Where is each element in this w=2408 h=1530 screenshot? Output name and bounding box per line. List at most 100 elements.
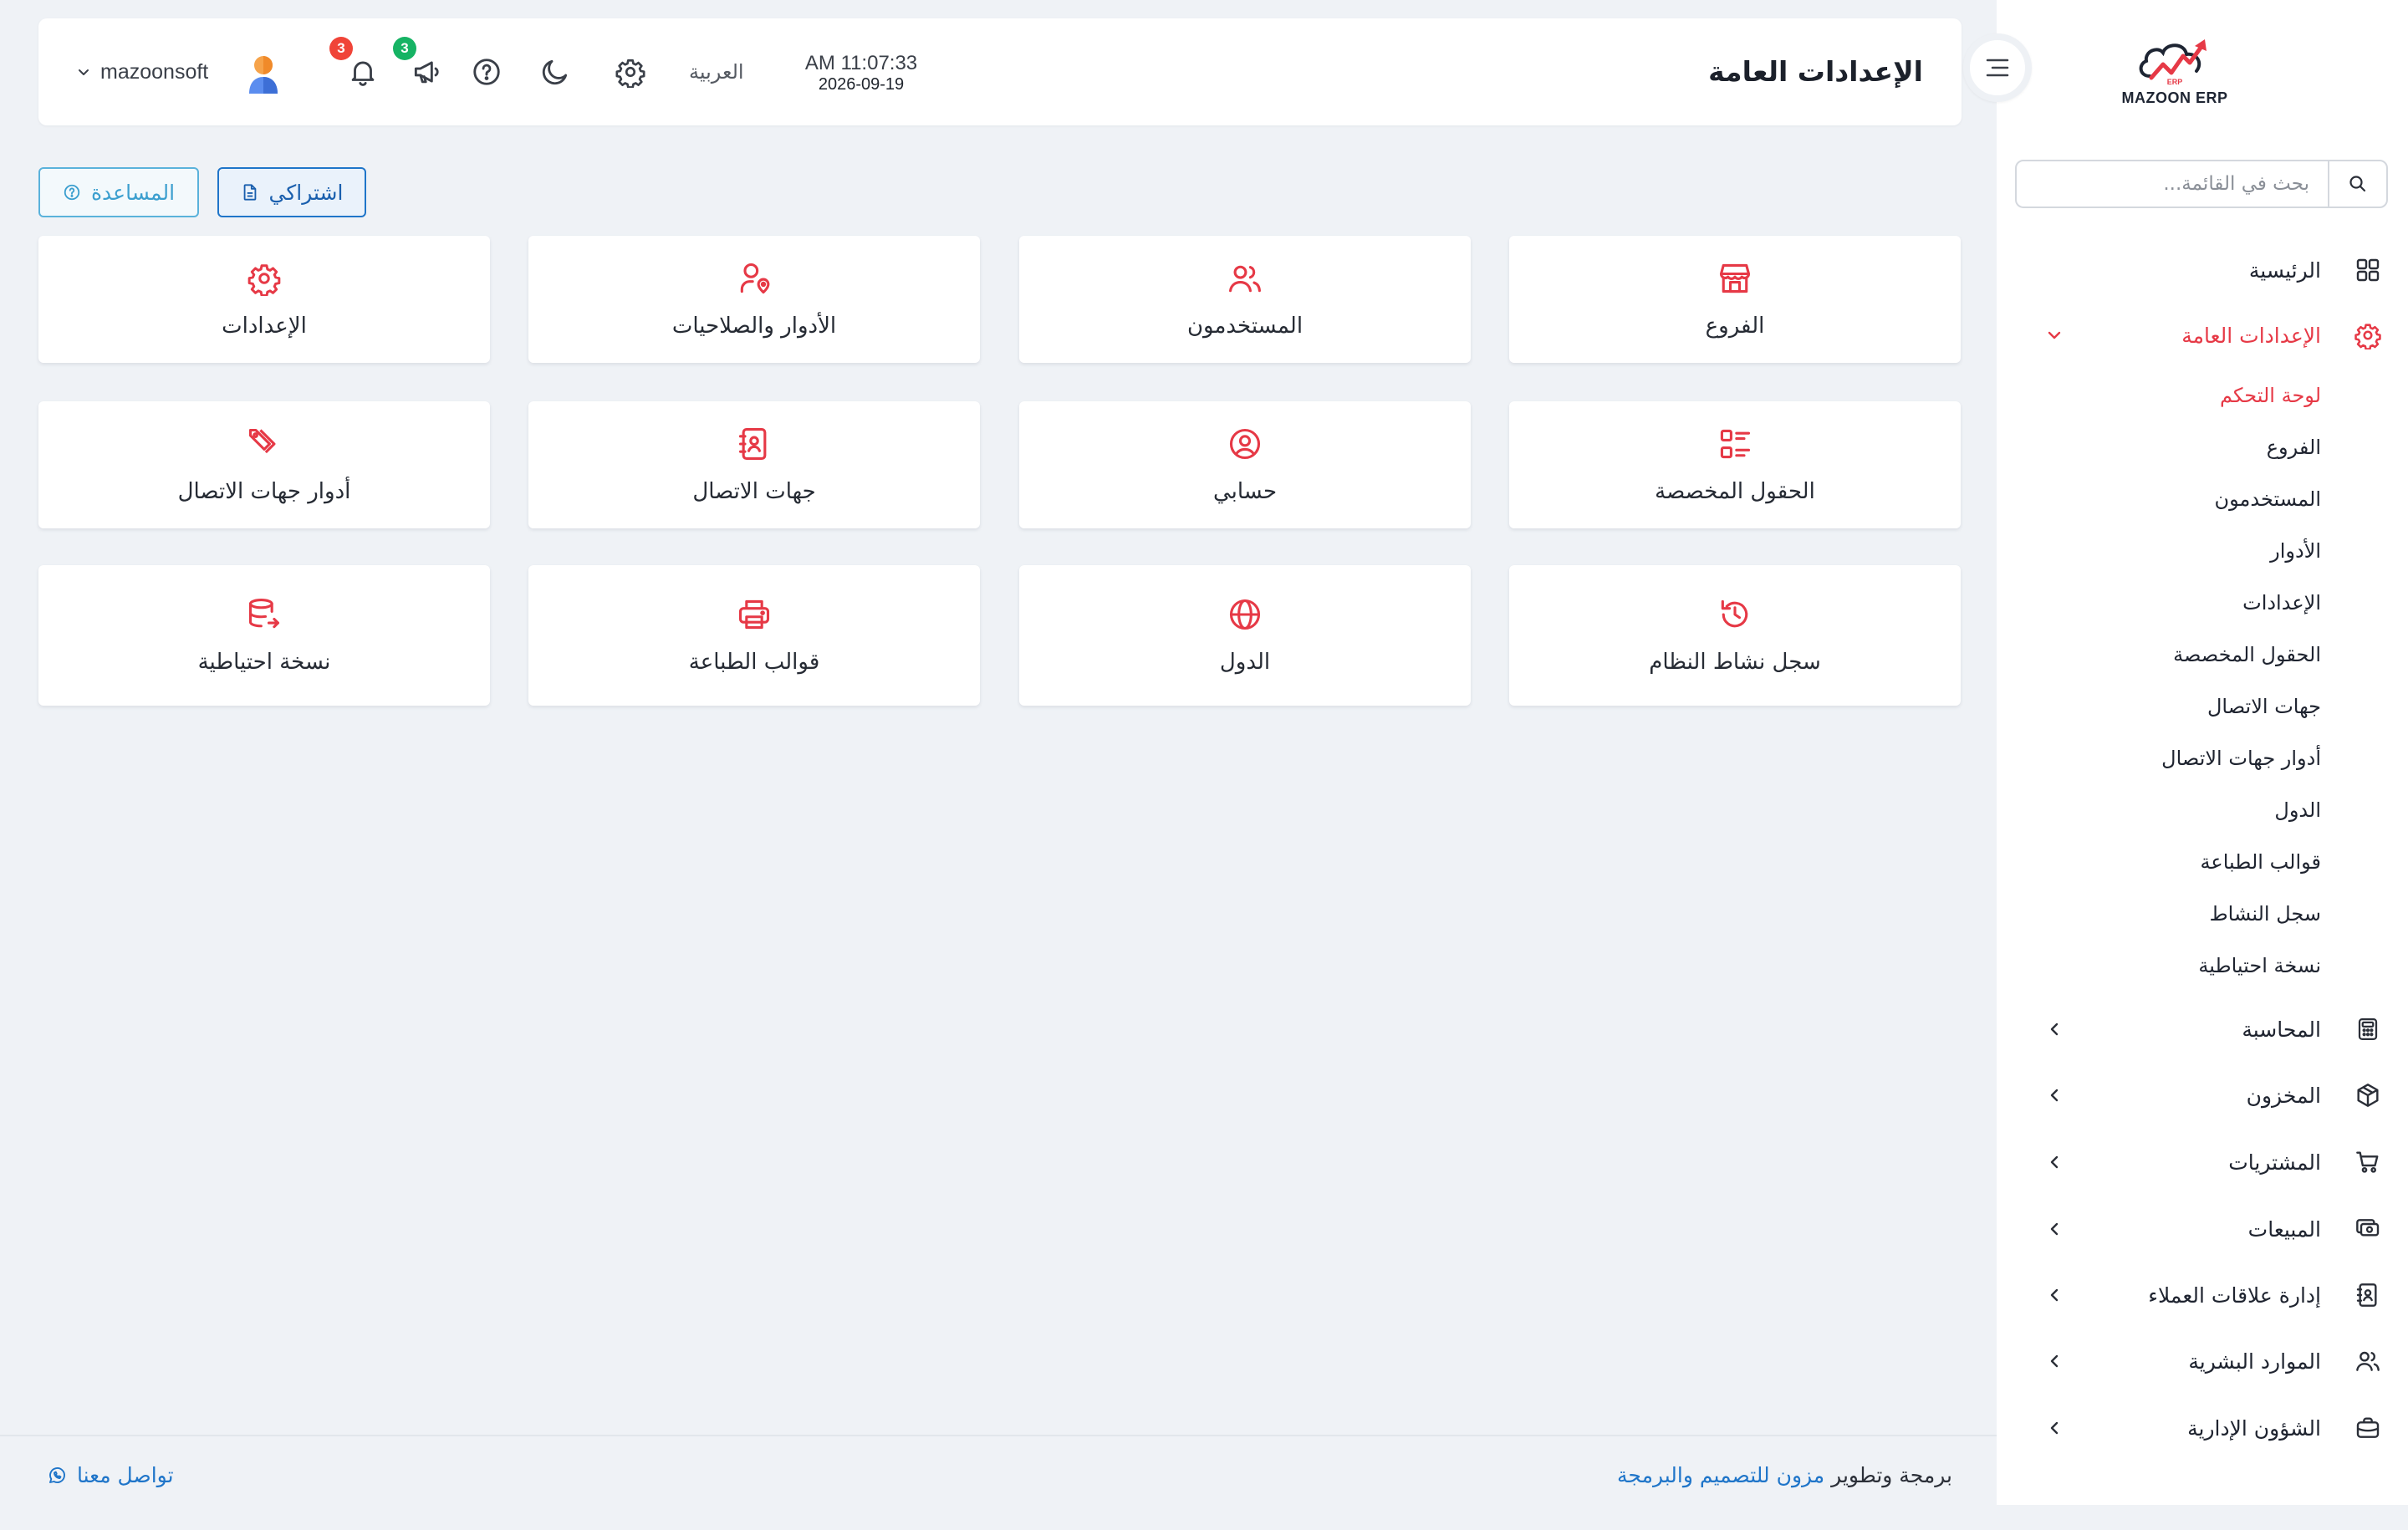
card-my-account[interactable]: حسابي [1019, 401, 1471, 528]
chevron-down-icon [2043, 324, 2065, 346]
username: mazoonsoft [100, 59, 209, 84]
notifications-button[interactable]: 3 [329, 37, 380, 89]
cash-icon [2353, 1214, 2383, 1244]
card-contacts[interactable]: جهات الاتصال [528, 401, 980, 528]
card-label: المستخدمون [1186, 314, 1303, 339]
footer-brand-link[interactable]: مزون للتصميم والبرمجة [1617, 1463, 1824, 1487]
card-roles-permissions[interactable]: الأدوار والصلاحيات [528, 236, 980, 363]
announcements-button[interactable]: 3 [393, 37, 443, 89]
user-circle-icon [1227, 426, 1263, 462]
card-label: الأدوار والصلاحيات [671, 314, 837, 339]
card-countries[interactable]: الدول [1019, 565, 1471, 706]
submenu-item-custom-fields[interactable]: الحقول المخصصة [2173, 638, 2321, 671]
settings-button[interactable] [614, 55, 647, 89]
submenu-item-print-templates[interactable]: قوالب الطباعة [2201, 845, 2321, 879]
help-circle-icon [473, 59, 500, 85]
logo-small-text: ERP [2167, 78, 2183, 86]
language-switcher[interactable]: العربية [689, 18, 744, 125]
card-label: جهات الاتصال [692, 479, 816, 504]
card-label: الدول [1219, 650, 1271, 675]
gear-icon [2353, 320, 2383, 350]
dark-mode-toggle[interactable] [538, 55, 572, 89]
help-circle-icon [64, 184, 80, 201]
card-users[interactable]: المستخدمون [1019, 236, 1471, 363]
card-label: نسخة احتياطية [197, 650, 331, 675]
sidebar-item-label: الإعدادات العامة [2181, 323, 2321, 348]
logo[interactable]: ERP MAZOON ERP [1997, 25, 2353, 117]
sidebar-item-home[interactable]: الرئيسية [1997, 247, 2408, 293]
sidebar-item-inventory[interactable]: المخزون [1997, 1072, 2408, 1119]
box-icon [2353, 1080, 2383, 1110]
users-icon [2353, 1346, 2383, 1376]
footer-divider [0, 1435, 1997, 1436]
cart-icon [2353, 1147, 2383, 1177]
tags-icon [246, 426, 283, 462]
contacts-book-icon [2353, 1280, 2383, 1310]
help-label: المساعدة [90, 180, 176, 205]
sidebar-item-label: المحاسبة [2242, 1017, 2321, 1042]
search-icon [2349, 176, 2366, 192]
submenu-item-branches[interactable]: الفروع [2267, 431, 2321, 464]
search-button[interactable] [2328, 161, 2386, 207]
printer-icon [736, 596, 773, 633]
submenu-item-contact-roles[interactable]: أدوار جهات الاتصال [2161, 742, 2321, 775]
sidebar-item-accounting[interactable]: المحاسبة [1997, 1006, 2408, 1053]
submenu-item-countries[interactable]: الدول [2274, 793, 2321, 827]
chevron-left-icon [2043, 1218, 2065, 1240]
sidebar-item-sales[interactable]: المبيعات [1997, 1206, 2408, 1252]
card-branches[interactable]: الفروع [1509, 236, 1961, 363]
card-label: الإعدادات [222, 314, 307, 339]
card-print-templates[interactable]: قوالب الطباعة [528, 565, 980, 706]
sidebar-search-input[interactable] [2017, 161, 2328, 207]
chevron-left-icon [2043, 1151, 2065, 1173]
history-icon [1717, 596, 1753, 633]
submenu-item-roles[interactable]: الأدوار [2270, 534, 2321, 568]
contact-us-link[interactable]: تواصل معنا [47, 1463, 174, 1487]
sidebar: ERP MAZOON ERP الرئيسية [1963, 0, 2408, 1505]
help-page-button[interactable]: المساعدة [38, 167, 199, 217]
clock: AM 11:07:33 2026-09-19 [794, 52, 928, 94]
sidebar-toggle-button[interactable] [1963, 33, 2032, 102]
menu-lines-icon [1986, 59, 2009, 77]
sidebar-item-purchases[interactable]: المشتريات [1997, 1139, 2408, 1186]
card-backup[interactable]: نسخة احتياطية [38, 565, 490, 706]
moon-icon [542, 59, 568, 85]
sidebar-item-admin-affairs[interactable]: الشؤون الإدارية [1997, 1405, 2408, 1451]
sidebar-item-label: إدارة علاقات العملاء [2148, 1283, 2321, 1308]
clock-time: AM 11:07:33 [804, 52, 918, 74]
store-icon [1717, 260, 1753, 297]
submenu-item-activity-log[interactable]: سجل النشاط [2209, 897, 2321, 931]
top-header: الإعدادات العامة AM 11:07:33 2026-09-19 … [38, 18, 1962, 125]
sidebar-search [2015, 160, 2388, 208]
announcements-badge: 3 [393, 37, 416, 60]
card-label: سجل نشاط النظام [1649, 650, 1821, 675]
card-custom-fields[interactable]: الحقول المخصصة [1509, 401, 1961, 528]
chevron-left-icon [2043, 1084, 2065, 1106]
card-system-activity-log[interactable]: سجل نشاط النظام [1509, 565, 1961, 706]
submenu-item-settings[interactable]: الإعدادات [2242, 586, 2321, 620]
sidebar-item-crm[interactable]: إدارة علاقات العملاء [1997, 1272, 2408, 1318]
help-button[interactable] [470, 55, 503, 89]
contact-us-label: تواصل معنا [77, 1463, 174, 1487]
footer-credit-prefix: برمجة وتطوير [1831, 1463, 1952, 1487]
footer-credit: برمجة وتطوير مزون للتصميم والبرمجة [1617, 1463, 1952, 1487]
submenu-item-backup[interactable]: نسخة احتياطية [2198, 949, 2321, 982]
card-label: قوالب الطباعة [688, 650, 820, 675]
sidebar-item-label: المبيعات [2247, 1216, 2321, 1242]
subscription-button[interactable]: اشتراكي [217, 167, 366, 217]
avatar[interactable] [242, 52, 284, 94]
submenu-item-dashboard[interactable]: لوحة التحكم [2220, 379, 2321, 412]
card-label: الحقول المخصصة [1655, 479, 1815, 504]
submenu-item-users[interactable]: المستخدمون [2215, 482, 2321, 516]
database-export-icon [246, 596, 283, 633]
chevron-left-icon [2043, 1018, 2065, 1040]
sidebar-item-general-settings[interactable]: الإعدادات العامة [1997, 312, 2408, 359]
list-fields-icon [1717, 426, 1753, 462]
sidebar-item-hr[interactable]: الموارد البشرية [1997, 1338, 2408, 1385]
card-contact-roles[interactable]: أدوار جهات الاتصال [38, 401, 490, 528]
user-menu[interactable]: mazoonsoft [77, 18, 208, 125]
address-book-icon [736, 426, 773, 462]
logo-text: MAZOON ERP [2121, 89, 2228, 106]
card-settings[interactable]: الإعدادات [38, 236, 490, 363]
submenu-item-contacts[interactable]: جهات الاتصال [2207, 690, 2321, 723]
